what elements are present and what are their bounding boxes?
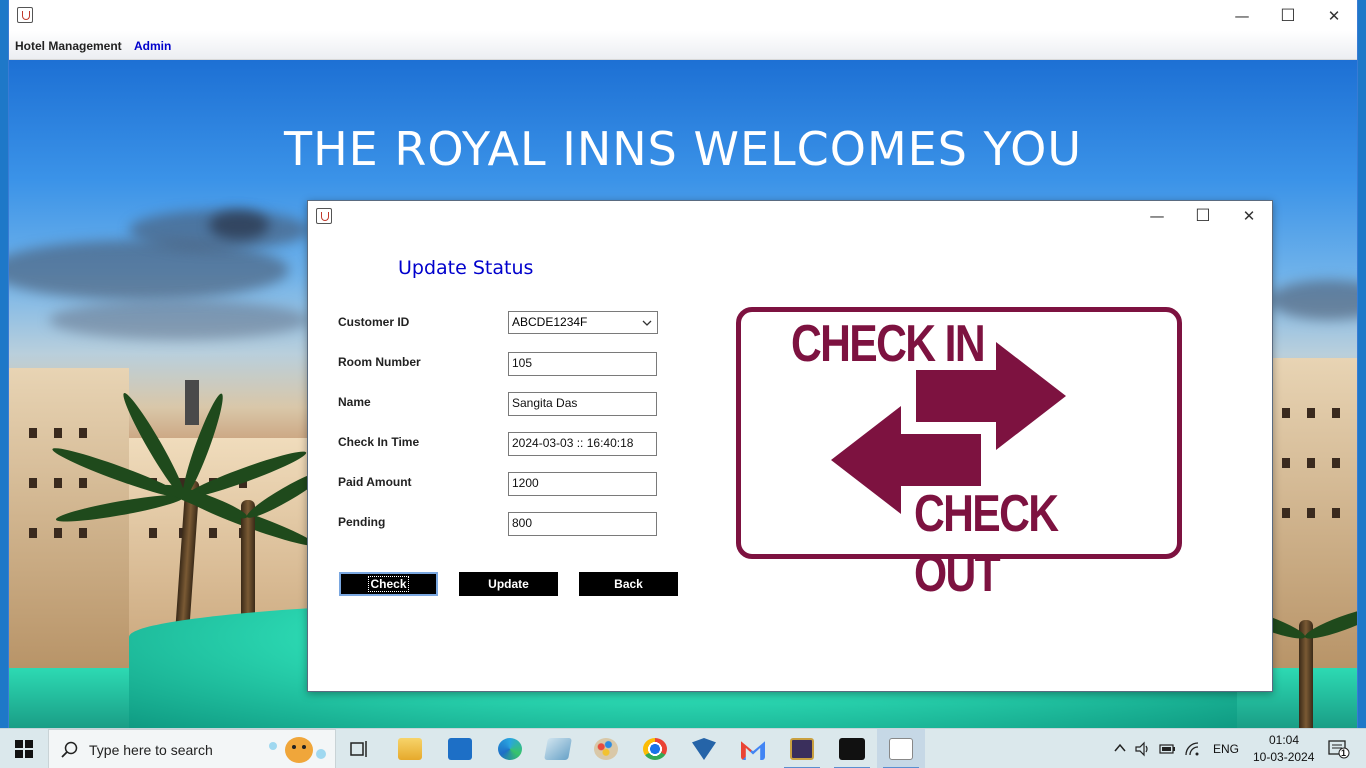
clock-time[interactable]: 01:04 [1264,733,1304,747]
taskbar-db-app[interactable] [778,729,826,768]
room-number-field[interactable]: 105 [508,352,657,376]
search-placeholder: Type here to search [89,742,213,758]
dialog-heading: Update Status [398,257,534,279]
wifi-icon[interactable] [1184,741,1200,757]
taskbar-java[interactable] [877,729,925,768]
menu-bar: Hotel Management Admin [9,31,1357,60]
start-button[interactable] [0,729,48,768]
dialog-titlebar[interactable]: — ☐ ✕ [308,201,1272,231]
taskbar-gmail[interactable] [729,729,777,768]
windows-logo-icon [15,740,33,758]
vpn-shield-icon [692,738,716,760]
java-icon [889,738,913,760]
language-indicator[interactable]: ENG [1213,742,1239,756]
search-icon [61,741,78,758]
check-out-text: CHECK OUT [914,485,1059,603]
customer-id-label: Customer ID [338,315,410,329]
pending-label: Pending [338,515,386,529]
dialog-close-button[interactable]: ✕ [1226,201,1272,231]
customer-id-combobox[interactable]: ABCDE1234F [508,311,658,334]
system-tray: ENG 01:04 10-03-2024 1 [1106,729,1366,768]
chevron-up-icon[interactable] [1113,742,1127,754]
customer-id-value: ABCDE1234F [512,315,588,329]
check-in-time-field[interactable]: 2024-03-03 :: 16:40:18 [508,432,657,456]
menu-admin[interactable]: Admin [134,39,171,53]
task-view-icon [350,741,367,757]
pending-field[interactable]: 800 [508,512,657,536]
edge-icon [498,738,522,760]
database-icon [790,738,814,760]
back-button[interactable]: Back [579,572,678,596]
name-field[interactable]: Sangita Das [508,392,657,416]
check-in-time-label: Check In Time [338,435,420,449]
java-app-icon [17,7,33,23]
notification-count: 1 [1341,748,1347,758]
folder-icon [398,738,422,760]
name-label: Name [338,395,371,409]
taskbar-edge[interactable] [486,729,534,768]
menu-hotel-management[interactable]: Hotel Management [15,39,122,53]
update-button[interactable]: Update [459,572,558,596]
taskbar-notes[interactable] [534,729,582,768]
task-view-button[interactable] [336,729,384,768]
dialog-minimize-button[interactable]: — [1134,201,1180,231]
check-in-out-graphic: CHECK IN CHECK OUT [736,307,1182,603]
taskbar-file-explorer[interactable] [386,729,434,768]
welcome-banner: THE ROYAL INNS WELCOMES YOU [283,122,1083,176]
java-app-icon [316,208,332,224]
taskbar: Type here to search ENG 01:04 10-03-2024… [0,728,1366,768]
clock-date[interactable]: 10-03-2024 [1253,750,1314,764]
close-button[interactable]: ✕ [1311,0,1357,31]
taskbar-vpn[interactable] [680,729,728,768]
speaker-icon[interactable] [1135,741,1151,757]
search-highlight-icon [269,737,326,763]
chevron-down-icon [642,320,652,326]
battery-icon[interactable] [1159,742,1177,756]
update-status-dialog: — ☐ ✕ Update Status Customer ID ABCDE123… [307,200,1273,692]
notes-icon [544,738,572,760]
mail-icon [448,738,472,760]
paint-icon [594,738,618,760]
check-button[interactable]: Check [339,572,438,596]
paid-amount-field[interactable]: 1200 [508,472,657,496]
maximize-button[interactable]: ☐ [1265,0,1311,31]
taskbar-mysql[interactable] [828,729,876,768]
paid-amount-label: Paid Amount [338,475,412,489]
taskbar-paint[interactable] [582,729,630,768]
notification-icon[interactable] [1328,739,1350,759]
search-box[interactable]: Type here to search [48,729,336,768]
taskbar-mail[interactable] [436,729,484,768]
main-titlebar[interactable]: — ☐ ✕ [9,0,1357,31]
dialog-maximize-button[interactable]: ☐ [1180,201,1226,231]
room-number-label: Room Number [338,355,421,369]
taskbar-chrome[interactable] [631,729,679,768]
chrome-icon [643,738,667,760]
mysql-terminal-icon [839,738,865,760]
check-button-label: Check [368,576,409,592]
gmail-icon [741,741,765,760]
minimize-button[interactable]: — [1219,0,1265,31]
